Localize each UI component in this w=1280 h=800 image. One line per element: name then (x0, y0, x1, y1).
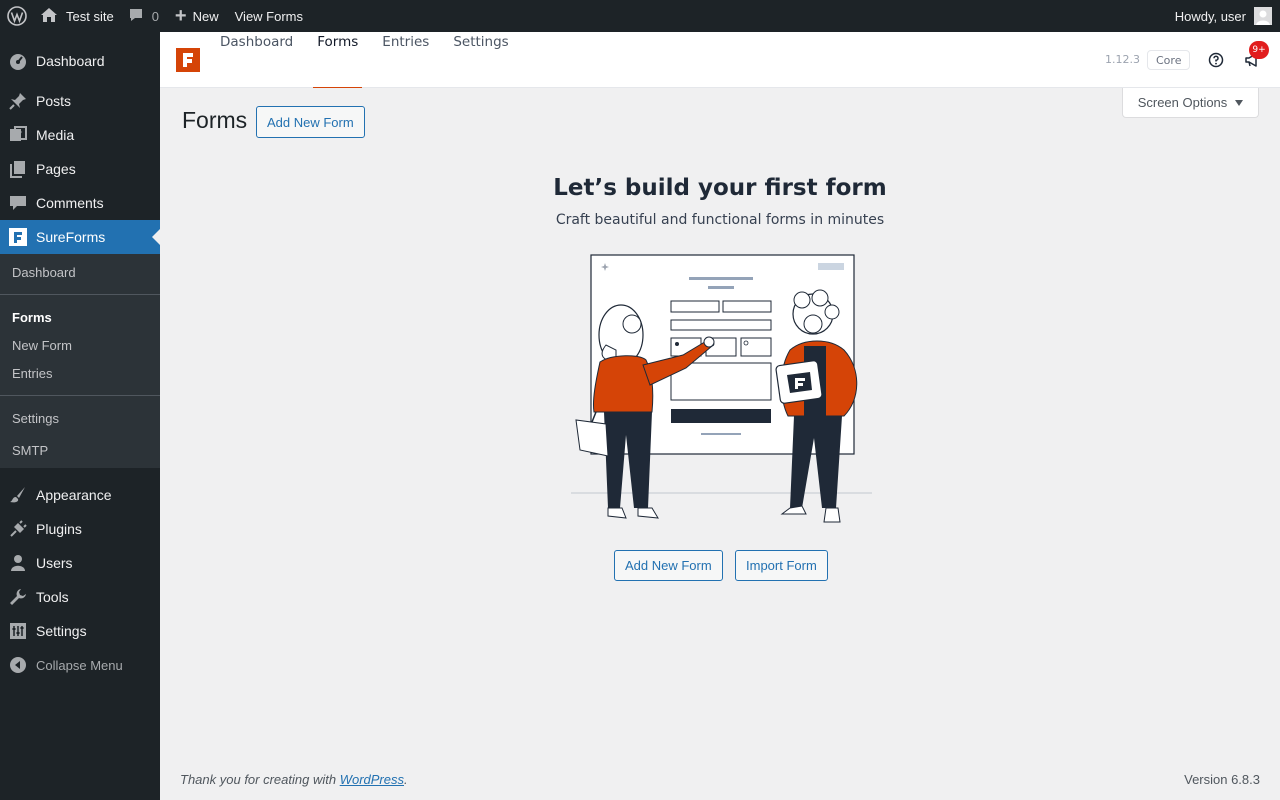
sidebar-item-posts[interactable]: Posts (0, 84, 160, 118)
sidebar-item-media[interactable]: Media (0, 118, 160, 152)
tab-entries[interactable]: Entries (382, 32, 441, 88)
sidebar-item-label: Media (36, 127, 75, 143)
tab-dashboard[interactable]: Dashboard (220, 32, 305, 88)
page-title: Forms (182, 107, 248, 133)
footer-thanks: Thank you for creating with WordPress. (180, 772, 408, 787)
sidebar-item-comments[interactable]: Comments (0, 186, 160, 220)
sidebar-item-sureforms[interactable]: SureForms (0, 220, 160, 254)
site-name: Test site (66, 8, 114, 24)
sidebar-item-label: Settings (36, 623, 87, 639)
add-new-form-button[interactable]: Add New Form (256, 106, 365, 138)
footer-thanks-suffix: . (404, 772, 408, 787)
admin-bar: Test site 0 + New View Forms Howdy, user (0, 0, 1280, 32)
comments-count: 0 (151, 8, 159, 24)
sidebar-item-label: Plugins (36, 521, 82, 537)
admin-sidebar: Dashboard Posts Media Pages Comments Sur… (0, 32, 160, 800)
plugin-header: Dashboard Forms Entries Settings 1.12.3 … (160, 32, 1280, 88)
view-forms-link[interactable]: View Forms (227, 0, 311, 32)
sidebar-item-tools[interactable]: Tools (0, 580, 160, 614)
sidebar-item-appearance[interactable]: Appearance (0, 478, 160, 512)
dashboard-icon (8, 51, 28, 71)
collapse-menu-label: Collapse Menu (36, 657, 123, 673)
brush-icon (8, 485, 28, 505)
wordpress-logo-icon[interactable] (0, 0, 34, 32)
submenu-item-entries[interactable]: Entries (0, 359, 160, 387)
notification-count-badge: 9+ (1249, 41, 1269, 59)
sureforms-icon (8, 227, 28, 247)
sidebar-item-label: Posts (36, 93, 72, 109)
sidebar-item-pages[interactable]: Pages (0, 152, 160, 186)
tab-settings[interactable]: Settings (453, 32, 520, 88)
sidebar-item-dashboard[interactable]: Dashboard (0, 32, 160, 90)
sureforms-logo-icon[interactable] (176, 48, 200, 72)
empty-add-new-form-button[interactable]: Add New Form (614, 550, 723, 581)
new-label: New (192, 8, 219, 24)
plugin-version: 1.12.3 (1105, 53, 1140, 66)
import-form-button[interactable]: Import Form (735, 550, 828, 581)
user-icon (8, 553, 28, 573)
empty-state-heading: Let’s build your first form (553, 175, 887, 201)
empty-state-subheading: Craft beautiful and functional forms in … (555, 212, 885, 228)
collapse-menu-button[interactable]: Collapse Menu (0, 648, 160, 682)
sidebar-item-label: Comments (36, 195, 104, 211)
wrench-icon (8, 587, 28, 607)
comment-icon (128, 7, 144, 26)
plug-icon (8, 519, 28, 539)
pages-icon (8, 159, 28, 179)
screen-options-label: Screen Options (1137, 95, 1228, 110)
sidebar-item-label: SureForms (36, 229, 106, 245)
media-icon (8, 125, 28, 145)
my-account-link[interactable]: Howdy, user (1175, 0, 1280, 32)
submenu-item-dashboard[interactable]: Dashboard (0, 258, 160, 286)
site-name-link[interactable]: Test site (34, 0, 124, 32)
footer-version: Version 6.8.3 (1184, 772, 1260, 787)
greeting: Howdy, user (1174, 8, 1246, 24)
pin-icon (8, 91, 28, 111)
sidebar-item-label: Dashboard (36, 53, 105, 69)
new-content-link[interactable]: + New (169, 0, 227, 32)
help-icon[interactable] (1208, 52, 1224, 68)
plus-icon: + (174, 5, 187, 27)
comment-icon (8, 193, 28, 213)
home-icon (40, 7, 58, 26)
collapse-icon (8, 655, 28, 675)
comments-link[interactable]: 0 (124, 0, 169, 32)
sidebar-item-settings[interactable]: Settings (0, 614, 160, 648)
sidebar-item-users[interactable]: Users (0, 546, 160, 580)
plugin-nav-tabs: Dashboard Forms Entries Settings (220, 32, 533, 88)
tab-forms[interactable]: Forms (313, 32, 370, 88)
submenu-divider (0, 294, 160, 295)
settings-icon (8, 621, 28, 641)
sidebar-item-label: Appearance (36, 487, 112, 503)
submenu-item-settings[interactable]: Settings (0, 404, 160, 432)
sidebar-item-plugins[interactable]: Plugins (0, 512, 160, 546)
empty-state-illustration (568, 250, 876, 530)
submenu-item-smtp[interactable]: SMTP (0, 436, 160, 464)
submenu-divider (0, 395, 160, 396)
submenu-item-new-form[interactable]: New Form (0, 331, 160, 359)
plan-badge: Core (1147, 50, 1191, 70)
screen-options-button[interactable]: Screen Options (1122, 88, 1259, 118)
sidebar-item-label: Pages (36, 161, 76, 177)
wordpress-link[interactable]: WordPress (340, 772, 404, 787)
sureforms-submenu: Dashboard Forms New Form Entries Setting… (0, 254, 160, 468)
sidebar-item-label: Users (36, 555, 73, 571)
avatar (1254, 7, 1272, 25)
caret-down-icon (1235, 99, 1244, 106)
footer-thanks-prefix: Thank you for creating with (180, 772, 340, 787)
sidebar-item-label: Tools (36, 589, 69, 605)
submenu-item-forms[interactable]: Forms (0, 303, 160, 331)
